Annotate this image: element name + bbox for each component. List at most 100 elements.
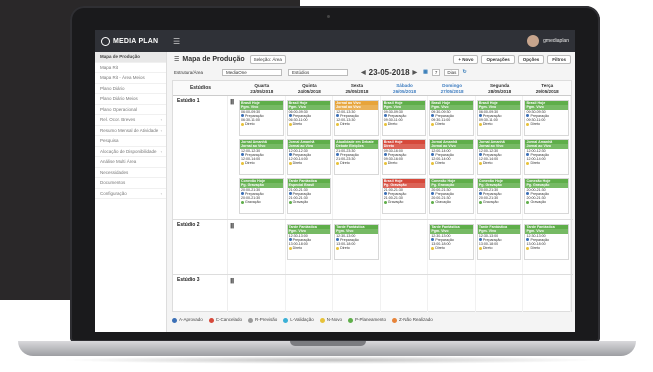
tag-dot-icon [478,201,482,205]
event-body: 06:00-09:30 Preparação 06:30-11:00 Direto [288,110,331,127]
refresh-icon[interactable]: ↻ [462,69,466,75]
sidebar-item[interactable]: Mapa de Produção [95,52,166,63]
current-date[interactable]: 23-05-2018 [369,68,410,77]
page-title: Mapa de Produção [182,55,245,63]
sidebar-item[interactable]: Configuração ‹ [95,189,166,199]
operations-button[interactable]: Operações [481,54,515,64]
sidebar-item[interactable]: Necessidades [95,168,166,178]
event-card[interactable]: Jornal Amanhã Jornal ao Vivo 12:00-14:00 Pr… [429,139,474,175]
day-column[interactable]: Jornal ao Vivo Jornal ao Vivo 12:00-13:30 P… [333,96,381,312]
event-subtitle: Pgm. Vivo [287,229,331,234]
status-dot-icon [336,114,340,118]
tag-dot-icon [478,162,482,166]
event-card[interactable]: Conexão Hoje Pg. Gravação 20:00-21:30 Prepa… [239,178,284,214]
event-card[interactable]: Conexão Hoje Pg. Gravação 20:00-21:30 Prepa… [429,178,474,214]
day-header[interactable]: Sábado 26/05/2018 [381,81,429,95]
day-column[interactable]: Brasil Hoje Pgm. Vivo 09:30-09:30 Preparaçã… [428,96,476,312]
calendar-picker-icon[interactable]: ▦ [423,69,428,75]
brand-logo[interactable]: MEDIA PLAN [95,30,165,52]
event-card[interactable]: Tarde Fantástica Pgm. Vivo 12:30-13:00 Prep… [476,224,522,260]
tag-dot-icon [431,201,435,205]
event-tag: Direto [435,161,445,166]
filters-button[interactable]: Filtros [547,54,571,64]
day-header[interactable]: Terça 29/05/2018 [523,81,571,95]
sidebar-item-label: Mapa Rit - Área Meios [100,75,145,81]
event-card[interactable]: Tarde Fantástica Pgm. Vivo 12:30-13:00 Prep… [524,224,570,260]
sidebar-item[interactable]: Rel. Ocor. Breves ‹ [95,115,166,126]
sidebar-item[interactable]: Plano Operacional [95,105,166,115]
event-body: 12:30-13:00 Preparação 13:00-18:00 Direto [430,234,473,251]
studios-column-header: Estúdios [189,85,212,91]
event-card[interactable]: Atualidade em Debate Debate Eleições 21:00… [334,139,379,175]
bar-chart-icon[interactable]: ▐▌ [229,223,235,228]
day-header[interactable]: Segunda 28/05/2018 [476,81,524,95]
day-date: 24/05/2018 [297,88,321,94]
event-card[interactable]: Tarde Fantástica Pgm. Vivo 12:30-13:00 Prep… [334,224,379,260]
event-card[interactable]: Brasil Hoje Pgm. Vivo 06:00-09:30 Preparaçã… [476,100,522,136]
day-header[interactable]: Quinta 24/05/2018 [286,81,334,95]
event-card[interactable]: Jornal ao Vivo Jornal ao Vivo 12:00-13:30 P… [334,100,379,136]
day-column[interactable]: Brasil Hoje Pgm. Vivo 09:30-09:30 Preparaçã… [381,96,429,312]
event-subtitle: Pgm. Vivo [382,105,426,110]
sidebar-item[interactable]: Pesquisa [95,136,166,147]
legend-label: A-Aprovado [179,317,203,323]
day-date: 23/05/2018 [250,88,274,94]
event-tag: Direto [245,161,255,166]
user-menu[interactable]: gmediaplan [543,38,569,44]
status-dot-icon [478,192,482,196]
event-tag: Direto [340,122,350,127]
sidebar-item[interactable]: Mapa Rit [95,63,166,73]
menu-toggle-icon[interactable]: ☰ [173,37,180,46]
studio-select[interactable]: Estúdios [288,68,348,76]
next-date-icon[interactable]: ▶ [413,69,418,76]
event-card[interactable]: Jornal Amanhã Jornal ao Vivo 12:00-12:30 Pr… [524,139,570,175]
day-header[interactable]: Quarta 23/05/2018 [238,81,286,95]
days-input[interactable]: 7 [431,68,441,76]
day-column[interactable]: Brasil Hoje Pgm. Vivo 06:00-09:30 Preparaçã… [476,96,524,312]
area-selection-dropdown[interactable]: Seleção: Área [249,54,286,64]
bar-chart-icon[interactable]: ▐▌ [229,278,235,283]
event-tag: Direto [292,122,303,127]
previous-date-icon[interactable]: ◀ [361,69,366,76]
options-button[interactable]: Opções [517,54,545,64]
area-select[interactable]: MediaOne [222,68,282,76]
event-card[interactable]: Tarde Fantástica Pgm. Vivo 12:30-13:00 Prep… [286,224,332,260]
event-card[interactable]: Brasil Hoje Pg. Gravação 21:00-21:30 Prepar… [381,178,427,214]
bar-chart-icon[interactable]: ▐▌ [229,99,235,104]
event-subtitle: Pgm. Vivo [525,229,569,234]
tag-dot-icon [383,201,387,205]
event-card[interactable]: Conexão Hoje Pg. Gravação 20:00-21:30 Prepa… [476,178,522,214]
event-card[interactable]: Brasil Hoje Direto 09:30-16:00 Preparação 09… [381,139,427,175]
sidebar-item[interactable]: Documentos [95,178,166,189]
sidebar-item[interactable]: Alocação de Disponibilidade ‹ [95,147,166,157]
event-card[interactable]: Brasil Hoje Pgm. Vivo 09:30-09:30 Preparaçã… [429,100,474,136]
day-column[interactable]: Brasil Hoje Pgm. Vivo 06:00-09:30 Preparaçã… [238,96,286,312]
new-button[interactable]: + Novo [453,54,479,64]
sidebar-item[interactable]: Mapa Rit - Área Meios [95,73,166,84]
avatar[interactable] [527,35,540,47]
event-body: 12:00-12:30 Preparação 12:00-14:00 Direto [288,149,331,166]
tag-dot-icon [336,247,340,251]
event-card[interactable]: Jornal Amanhã Jornal ao Vivo 12:00-12:30 Pr… [476,139,522,175]
event-card[interactable]: Tarde Fantástica Pgm. Vivo 12:30-13:00 Prep… [429,224,474,260]
day-column[interactable]: Brasil Hoje Pgm. Vivo 09:30-09:30 Preparaçã… [523,96,572,312]
event-card[interactable]: Brasil Hoje Pgm. Vivo 06:00-09:30 Preparaçã… [239,100,284,136]
event-tag: Direto [530,246,541,251]
event-card[interactable]: Conexão Hoje Pg. Gravação 20:00-21:30 Prepa… [524,178,570,214]
day-header[interactable]: Domingo 27/05/2018 [428,81,476,95]
sidebar-item[interactable]: Plano Diário Meios [95,94,166,105]
event-card[interactable]: Brasil Hoje Pgm. Vivo 09:30-09:30 Preparaçã… [381,100,427,136]
event-card[interactable]: Jornal Amanhã Jornal ao Vivo 12:00-12:30 Pr… [239,139,284,175]
sidebar-item[interactable]: Resumo Mensal de Atividade ‹ [95,126,166,136]
sidebar-item-label: Plano Diário [100,85,125,91]
sidebar-item[interactable]: Plano Diário [95,84,166,94]
legend-label: P-Planeamento [355,317,387,323]
event-body: 06:00-09:30 Preparação 09:30-11:00 Direto [478,110,521,127]
sidebar-item[interactable]: Análise Multi Área [95,157,166,168]
event-card[interactable]: Brasil Hoje Pgm. Vivo 09:30-09:30 Preparaçã… [524,100,570,136]
day-header[interactable]: Sexta 25/05/2018 [333,81,381,95]
event-card[interactable]: Brasil Hoje Pgm. Vivo 06:00-09:30 Preparaçã… [286,100,332,136]
event-card[interactable]: Jornal Amanhã Jornal ao Vivo 12:00-12:30 Pr… [286,139,332,175]
event-card[interactable]: Tarde Fantástica Especial Brasil 21:00-21:… [286,178,332,214]
day-column[interactable]: Brasil Hoje Pgm. Vivo 06:00-09:30 Preparaçã… [286,96,334,312]
